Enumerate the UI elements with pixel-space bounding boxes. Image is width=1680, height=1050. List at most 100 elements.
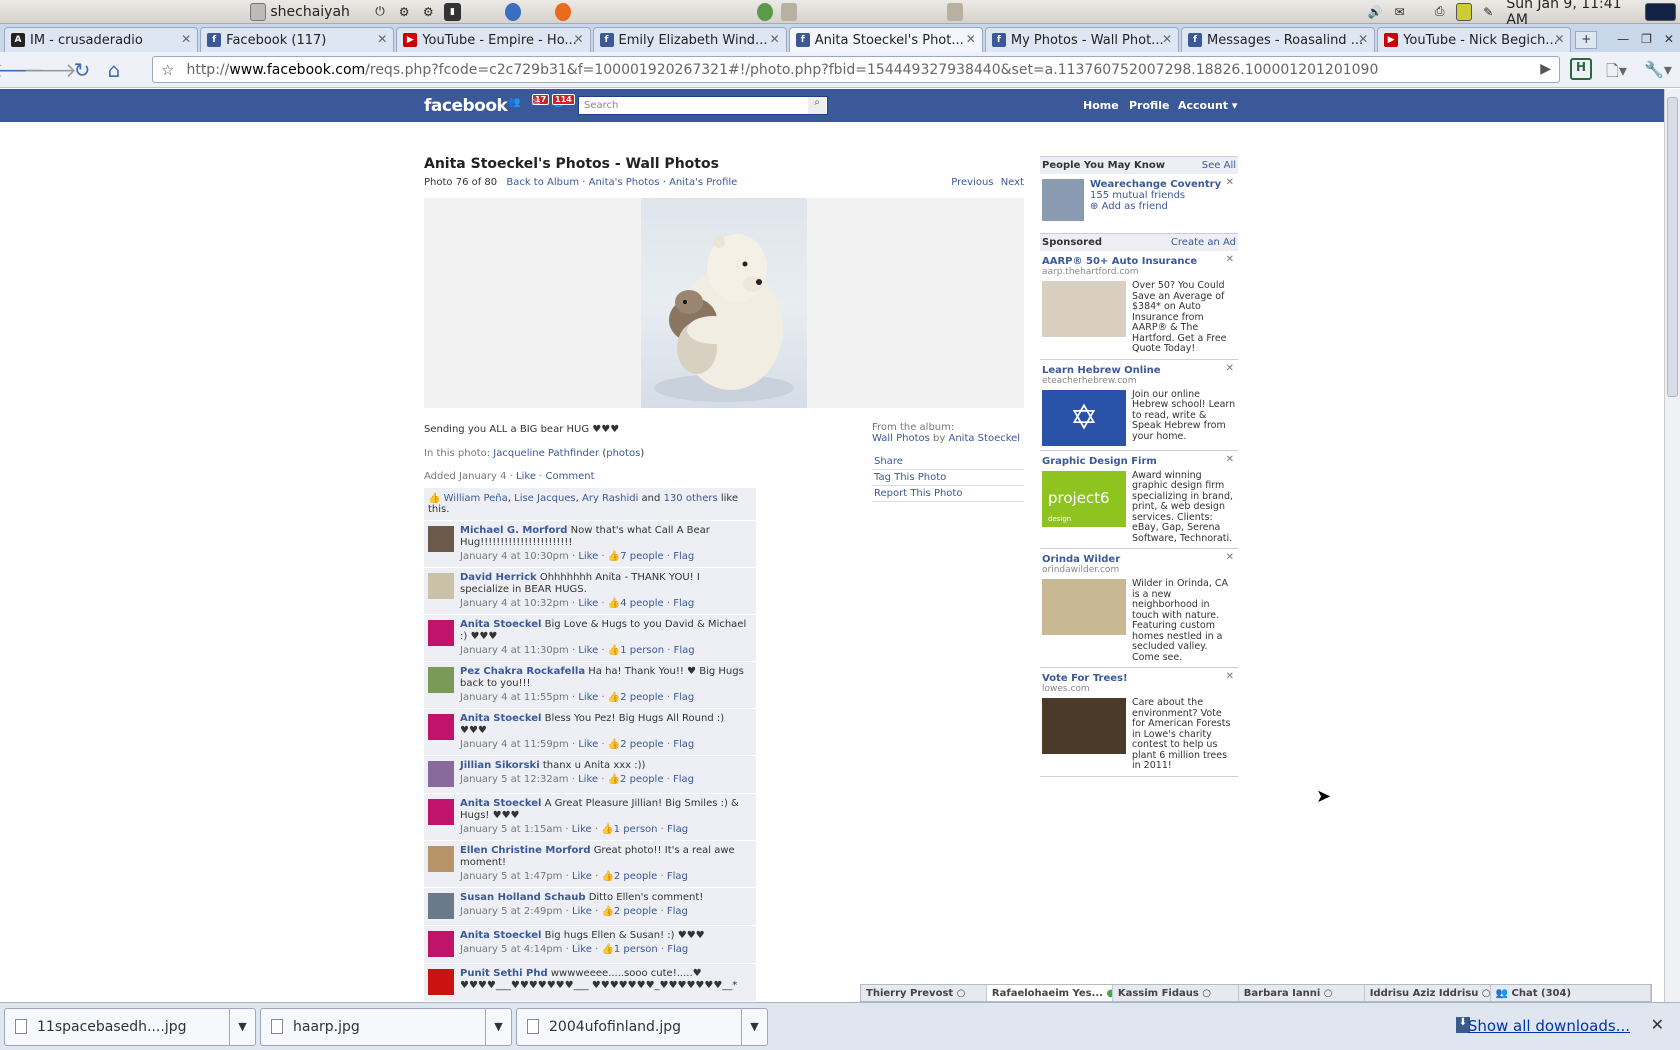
chat-tab[interactable]: Thierry Prevost ○ [861, 985, 987, 1001]
volume-icon[interactable]: 🔊 [1367, 3, 1383, 21]
previous-link[interactable]: Previous [951, 177, 993, 188]
comment-likes-count-link[interactable]: 👍2 people [601, 906, 657, 917]
close-icon[interactable]: ✕ [770, 32, 780, 46]
pymk-name-link[interactable]: Wearechange Coventry [1090, 179, 1221, 190]
sponsored-ad[interactable]: Graphic Design Firm ✕ project6 design Award… [1040, 451, 1238, 549]
page-menu-icon[interactable]: 🗋▾ [1606, 60, 1627, 87]
likes-others-link[interactable]: 130 others [664, 493, 718, 504]
commenter-name-link[interactable]: David Herrick [460, 572, 537, 583]
comment-flag-link[interactable]: Flag [667, 871, 688, 882]
comment-likes-count-link[interactable]: 👍2 people [608, 692, 664, 703]
close-icon[interactable]: ✕ [1226, 363, 1234, 374]
comment-likes-count-link[interactable]: 👍4 people [608, 598, 664, 609]
comment-like-link[interactable]: Like [578, 645, 598, 656]
maximize-button[interactable]: ❐ [1641, 32, 1652, 46]
new-tab-button[interactable]: + [1575, 31, 1598, 49]
avatar[interactable] [428, 526, 454, 552]
close-icon[interactable]: ✕ [1226, 671, 1234, 682]
comment-flag-link[interactable]: Flag [667, 906, 688, 917]
address-bar[interactable]: ☆ http://www.facebook.com/reqs.php?fcode… [152, 56, 1560, 83]
comment-flag-link[interactable]: Flag [667, 944, 688, 955]
messages-icon[interactable]: ✉ [532, 97, 546, 111]
download-item[interactable]: 11spacebasedh....jpg ▼ [4, 1007, 256, 1046]
settings-icon[interactable]: ⚙ [396, 3, 412, 21]
firefox-icon[interactable] [554, 2, 571, 21]
nav-account[interactable]: Account ▾ [1178, 99, 1237, 112]
nav-home[interactable]: Home [1083, 99, 1119, 112]
avatar[interactable] [428, 573, 454, 599]
browser-tab[interactable]: ▶ YouTube - Empire - Ho... ✕ [396, 27, 591, 52]
sponsored-ad[interactable]: Orinda Wilder ✕ orindawilder.com Wilder in … [1040, 549, 1238, 668]
tagged-photos-link[interactable]: photos [606, 448, 640, 459]
gears-icon[interactable]: ⚙ [420, 3, 436, 21]
chevron-down-icon[interactable]: ▼ [741, 1008, 767, 1045]
browser-tab-active[interactable]: f Anita Stoeckel's Phot... ✕ [788, 27, 983, 52]
chevron-down-icon[interactable]: ▼ [229, 1008, 255, 1045]
comment-like-link[interactable]: Like [578, 598, 598, 609]
browser-tab[interactable]: A IM - crusaderadio ✕ [4, 27, 199, 52]
sponsored-ad[interactable]: Vote For Trees! ✕ lowes.com Care about the … [1040, 668, 1238, 777]
commenter-name-link[interactable]: Anita Stoeckel [460, 930, 541, 941]
edit-icon[interactable]: ✎ [1480, 3, 1496, 21]
browser-tab[interactable]: f My Photos - Wall Phot... ✕ [984, 27, 1180, 52]
close-icon[interactable]: ✕ [1162, 32, 1172, 46]
share-link[interactable]: Share [872, 454, 1024, 470]
sponsored-ad[interactable]: AARP® 50+ Auto Insurance ✕ aarp.thehartfor… [1040, 251, 1238, 360]
polar-bear-hugging-dog-image[interactable] [641, 198, 807, 408]
avatar[interactable] [428, 893, 454, 919]
comment-like-link[interactable]: Like [572, 871, 592, 882]
comment-like-link[interactable]: Like [578, 551, 598, 562]
system-monitor-icon[interactable] [1645, 2, 1676, 21]
star-icon[interactable]: ☆ [161, 61, 174, 79]
home-button[interactable]: ⌂ [100, 56, 128, 84]
comment-like-link[interactable]: Like [572, 824, 592, 835]
anitas-photos-link[interactable]: Anita's Photos [589, 177, 660, 188]
browser-tab[interactable]: f Emily Elizabeth Wind... ✕ [592, 27, 787, 52]
terminal-icon[interactable]: ▮ [444, 2, 461, 21]
comment-like-link[interactable]: Like [578, 692, 598, 703]
close-icon[interactable]: ✕ [1226, 454, 1234, 465]
download-item[interactable]: 2004ufofinland.jpg ▼ [516, 1007, 768, 1046]
nav-profile[interactable]: Profile [1129, 99, 1169, 112]
chat-tab[interactable]: Barbara Ianni ○ [1239, 985, 1365, 1001]
close-icon[interactable]: ✕ [181, 32, 191, 46]
commenter-name-link[interactable]: Ellen Christine Morford [460, 845, 591, 856]
ad-title-link[interactable]: AARP® 50+ Auto Insurance [1042, 256, 1197, 267]
close-icon[interactable]: ✕ [377, 32, 387, 46]
close-icon[interactable]: ✕ [1226, 177, 1234, 188]
avatar[interactable] [428, 714, 454, 740]
printer-icon[interactable]: ⎙ [1432, 3, 1448, 21]
wrench-menu-icon[interactable]: 🔧▾ [1644, 60, 1672, 79]
comment-likes-count-link[interactable]: 👍7 people [608, 551, 664, 562]
comment-likes-count-link[interactable]: 👍2 people [608, 739, 664, 750]
next-link[interactable]: Next [1001, 177, 1024, 188]
close-icon[interactable]: ✕ [966, 32, 976, 46]
ad-image[interactable] [1042, 698, 1126, 754]
go-icon[interactable]: ▶ [1540, 61, 1551, 77]
avatar[interactable] [428, 931, 454, 957]
avatar[interactable] [428, 761, 454, 787]
comment-flag-link[interactable]: Flag [673, 739, 694, 750]
tag-photo-link[interactable]: Tag This Photo [872, 470, 1024, 486]
browser-tab[interactable]: ▶ YouTube - Nick Begich... ✕ [1377, 27, 1572, 52]
comment-link[interactable]: Comment [546, 471, 595, 482]
ad-image[interactable]: ✡ [1042, 389, 1126, 446]
battery-icon[interactable] [1455, 2, 1473, 21]
browser-tab[interactable]: f Facebook (117) ✕ [200, 27, 395, 52]
commenter-name-link[interactable]: Jillian Sikorski [460, 760, 540, 771]
ad-title-link[interactable]: Orinda Wilder [1042, 554, 1120, 565]
ad-title-link[interactable]: Graphic Design Firm [1042, 456, 1157, 467]
comment-flag-link[interactable]: Flag [673, 692, 694, 703]
chevron-down-icon[interactable]: ▼ [485, 1008, 511, 1045]
commenter-name-link[interactable]: Anita Stoeckel [460, 713, 541, 724]
close-icon[interactable]: ✕ [573, 32, 583, 46]
avatar[interactable] [428, 969, 454, 995]
comment-flag-link[interactable]: Flag [673, 598, 694, 609]
extension-icon[interactable]: H [1570, 58, 1592, 80]
comment-likes-count-link[interactable]: 👍2 people [608, 774, 664, 785]
friend-requests-icon[interactable]: 👥 17 [508, 94, 550, 111]
liker-link[interactable]: William Peña [444, 493, 508, 504]
scrollbar-thumb[interactable] [1667, 97, 1678, 397]
chat-tab[interactable]: Iddrisu Aziz Iddrisu ○ [1365, 985, 1491, 1001]
liker-link[interactable]: Ary Rashidi [582, 493, 638, 504]
